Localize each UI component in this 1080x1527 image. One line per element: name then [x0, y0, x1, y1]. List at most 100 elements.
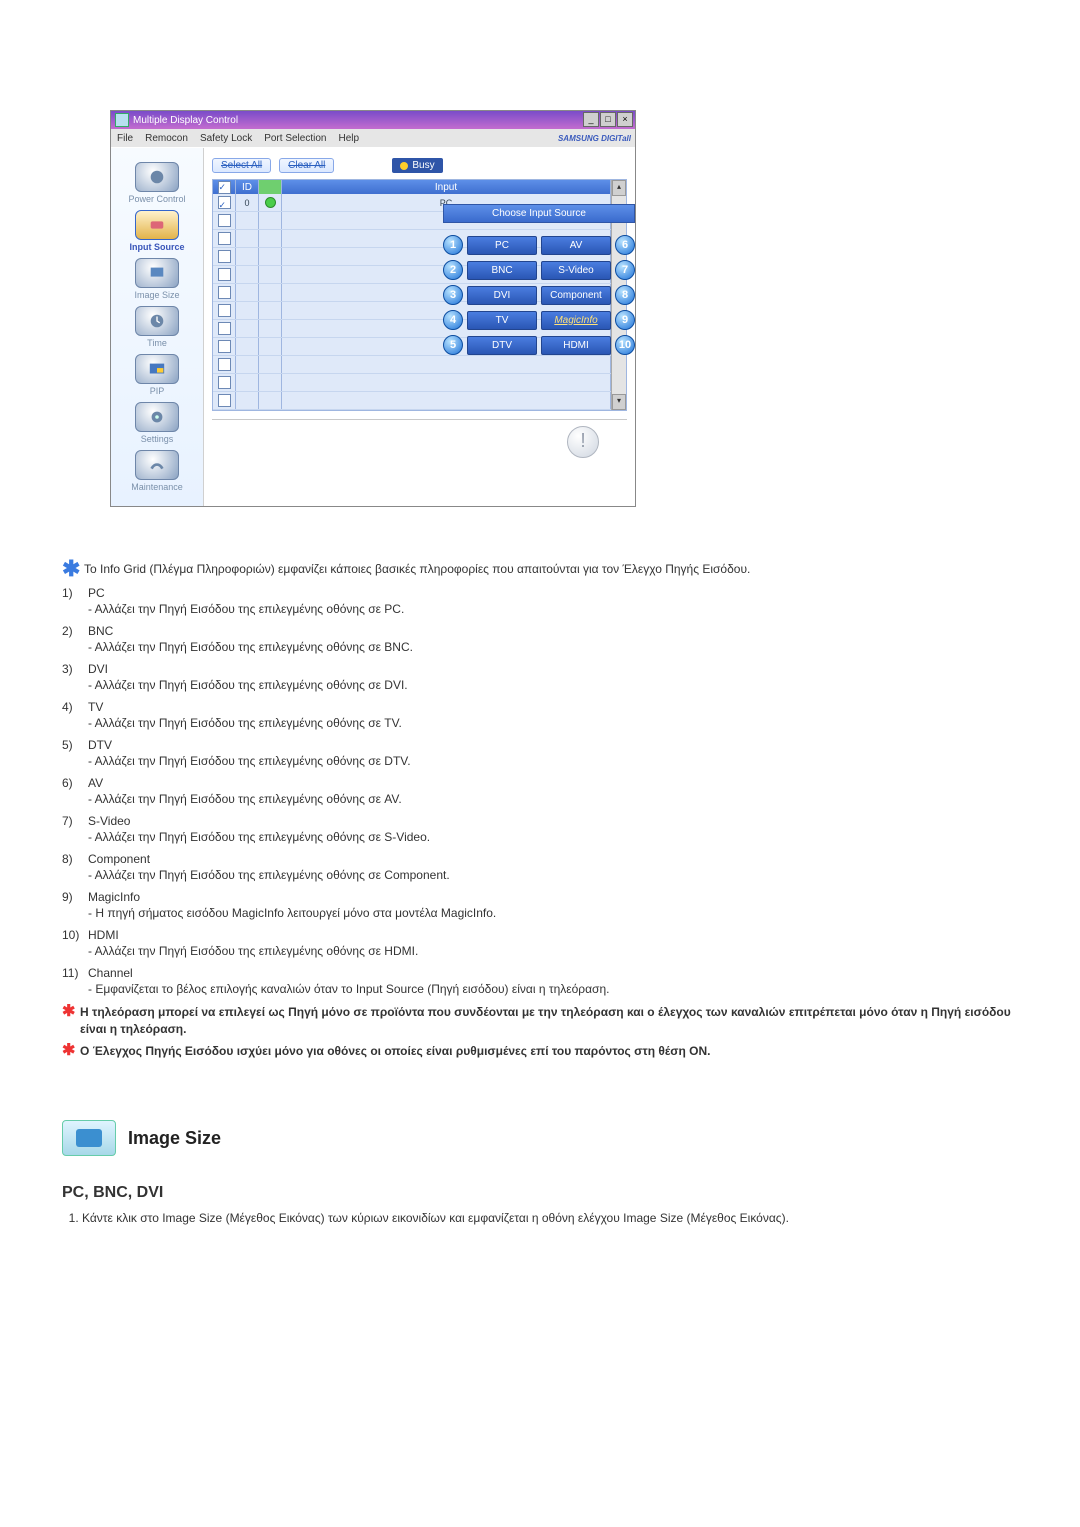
sidebar-item-image-size[interactable]: Image Size — [111, 256, 203, 304]
close-button[interactable]: × — [617, 112, 633, 127]
menu-file[interactable]: File — [117, 133, 133, 144]
list-item: 7)S-Video- Αλλάζει την Πηγή Εισόδου της … — [62, 814, 1020, 844]
callout-6: 6 — [615, 235, 635, 255]
steps-list: Κάντε κλικ στο Image Size (Μέγεθος Εικόν… — [62, 1210, 1020, 1227]
maximize-button[interactable]: □ — [600, 112, 616, 127]
sidebar-item-input-source[interactable]: Input Source — [111, 208, 203, 256]
input-source-icon — [135, 210, 179, 240]
list-item: 6)AV- Αλλάζει την Πηγή Εισόδου της επιλε… — [62, 776, 1020, 806]
power-icon — [135, 162, 179, 192]
sidebar-item-power-control[interactable]: Power Control — [111, 160, 203, 208]
table-row[interactable] — [213, 356, 611, 374]
time-icon — [135, 306, 179, 336]
menu-port-selection[interactable]: Port Selection — [264, 133, 326, 144]
star-icon: ✱ — [62, 1004, 80, 1020]
sidebar-item-pip[interactable]: PIP — [111, 352, 203, 400]
grid-header: ID Input — [213, 180, 611, 194]
source-magicinfo-button[interactable]: MagicInfo — [541, 311, 611, 330]
row-checkbox[interactable] — [218, 196, 231, 209]
row-checkbox[interactable] — [218, 232, 231, 245]
select-all-button[interactable]: Select All — [212, 158, 271, 173]
source-hdmi-button[interactable]: HDMI — [541, 336, 611, 355]
list-item: 5)DTV- Αλλάζει την Πηγή Εισόδου της επιλ… — [62, 738, 1020, 768]
sidebar-item-label: PIP — [111, 386, 203, 396]
table-row[interactable] — [213, 374, 611, 392]
list-item: 8)Component- Αλλάζει την Πηγή Εισόδου τη… — [62, 852, 1020, 882]
busy-dot-icon — [400, 162, 408, 170]
list-item: 3)DVI- Αλλάζει την Πηγή Εισόδου της επιλ… — [62, 662, 1020, 692]
minimize-button[interactable]: _ — [583, 112, 599, 127]
list-item: 10)HDMI- Αλλάζει την Πηγή Εισόδου της επ… — [62, 928, 1020, 958]
menu-help[interactable]: Help — [338, 133, 359, 144]
row-checkbox[interactable] — [218, 250, 231, 263]
sidebar-item-label: Time — [111, 338, 203, 348]
callout-3: 3 — [443, 285, 463, 305]
row-checkbox[interactable] — [218, 394, 231, 407]
sidebar-item-label: Input Source — [111, 242, 203, 252]
row-checkbox[interactable] — [218, 376, 231, 389]
busy-label: Busy — [412, 160, 434, 171]
pip-icon — [135, 354, 179, 384]
main-panel: Select All Clear All Busy ID Input — [204, 148, 635, 506]
callout-9: 9 — [615, 310, 635, 330]
menu-safety-lock[interactable]: Safety Lock — [200, 133, 252, 144]
note-text: Ο Έλεγχος Πηγής Εισόδου ισχύει μόνο για … — [80, 1043, 1020, 1060]
image-size-section-icon — [62, 1120, 116, 1156]
header-id: ID — [236, 180, 259, 194]
menu-bar: File Remocon Safety Lock Port Selection … — [111, 129, 635, 148]
title-bar: Multiple Display Control _ □ × — [111, 111, 635, 129]
list-item: 11)Channel- Εμφανίζεται το βέλος επιλογή… — [62, 966, 1020, 996]
sidebar-item-time[interactable]: Time — [111, 304, 203, 352]
table-row[interactable] — [213, 392, 611, 410]
row-checkbox[interactable] — [218, 358, 231, 371]
settings-icon — [135, 402, 179, 432]
menu-remocon[interactable]: Remocon — [145, 133, 188, 144]
star-icon: ✱ — [62, 1043, 80, 1059]
section-title: Image Size — [128, 1128, 221, 1149]
brand-text: SAMSUNG DIGITall — [558, 134, 631, 143]
source-dtv-button[interactable]: DTV — [467, 336, 537, 355]
source-dvi-button[interactable]: DVI — [467, 286, 537, 305]
callout-7: 7 — [615, 260, 635, 280]
row-checkbox[interactable] — [218, 340, 231, 353]
sidebar-item-settings[interactable]: Settings — [111, 400, 203, 448]
header-checkbox[interactable] — [218, 181, 231, 194]
row-id: 0 — [236, 194, 259, 211]
sidebar-item-label: Settings — [111, 434, 203, 444]
source-av-button[interactable]: AV — [541, 236, 611, 255]
step-item: Κάντε κλικ στο Image Size (Μέγεθος Εικόν… — [82, 1210, 1020, 1227]
busy-indicator: Busy — [392, 158, 442, 173]
callout-10: 10 — [615, 335, 635, 355]
source-bnc-button[interactable]: BNC — [467, 261, 537, 280]
mdc-window: Multiple Display Control _ □ × File Remo… — [110, 110, 636, 507]
source-component-button[interactable]: Component — [541, 286, 611, 305]
list-item: 4)TV- Αλλάζει την Πηγή Εισόδου της επιλε… — [62, 700, 1020, 730]
sidebar-item-maintenance[interactable]: Maintenance — [111, 448, 203, 496]
source-pc-button[interactable]: PC — [467, 236, 537, 255]
header-input: Input — [282, 180, 611, 194]
row-checkbox[interactable] — [218, 286, 231, 299]
choose-input-header: Choose Input Source — [443, 204, 635, 223]
callout-8: 8 — [615, 285, 635, 305]
numbered-list: 1)PC- Αλλάζει την Πηγή Εισόδου της επιλε… — [62, 586, 1020, 996]
row-checkbox[interactable] — [218, 214, 231, 227]
sidebar: Power Control Input Source Image Size Ti… — [111, 148, 204, 506]
callout-4: 4 — [443, 310, 463, 330]
row-checkbox[interactable] — [218, 322, 231, 335]
image-size-icon — [135, 258, 179, 288]
clear-all-button[interactable]: Clear All — [279, 158, 334, 173]
header-status-icon — [259, 180, 282, 194]
sidebar-item-label: Image Size — [111, 290, 203, 300]
row-checkbox[interactable] — [218, 268, 231, 281]
list-item: 2)BNC- Αλλάζει την Πηγή Εισόδου της επιλ… — [62, 624, 1020, 654]
window-title: Multiple Display Control — [133, 115, 238, 126]
list-item: 9)MagicInfo- Η πηγή σήματος εισόδου Magi… — [62, 890, 1020, 920]
sidebar-item-label: Power Control — [111, 194, 203, 204]
status-bar: ! — [212, 419, 627, 464]
scroll-down-icon[interactable]: ▾ — [612, 394, 626, 410]
source-svideo-button[interactable]: S-Video — [541, 261, 611, 280]
scroll-up-icon[interactable]: ▴ — [612, 180, 626, 196]
row-checkbox[interactable] — [218, 304, 231, 317]
app-icon — [115, 113, 129, 127]
source-tv-button[interactable]: TV — [467, 311, 537, 330]
